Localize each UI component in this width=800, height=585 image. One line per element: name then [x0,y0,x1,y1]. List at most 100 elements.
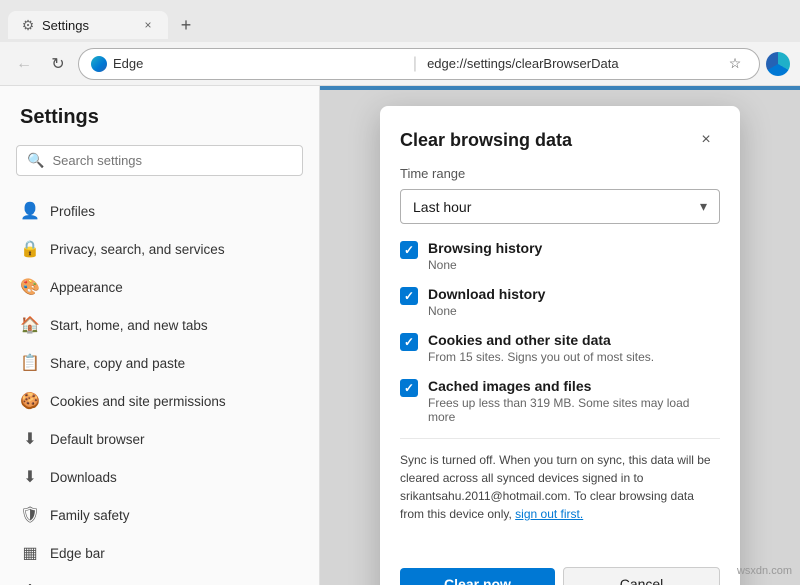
search-icon: 🔍 [27,152,44,169]
sidebar: Settings 🔍 👤 Profiles 🔒 Privacy, search,… [0,86,320,585]
address-bar[interactable]: Edge | edge://settings/clearBrowserData … [78,48,760,80]
checkbox-check-icon-download-history: ✓ [404,289,414,303]
clear-browsing-data-dialog: Clear browsing data × Time range Last ho… [380,106,740,585]
checkbox-item-browsing-history: ✓ Browsing history None [400,240,720,272]
checkbox-check-icon-cached-images: ✓ [404,381,414,395]
dialog-header: Clear browsing data × [380,106,740,166]
checkbox-label-download-history: Download history [428,286,720,302]
clear-now-button[interactable]: Clear now [400,568,555,585]
sidebar-item-family-safety[interactable]: 🛡 Family safety [0,496,319,534]
sidebar-item-label-privacy: Privacy, search, and services [50,242,225,257]
sidebar-item-icon-languages: A [20,581,40,585]
sidebar-item-icon-downloads: ⬇ [20,467,40,487]
search-input[interactable] [52,153,292,168]
sidebar-item-default-browser[interactable]: ⬇ Default browser [0,420,319,458]
sign-out-link[interactable]: sign out first. [515,507,583,521]
sidebar-item-start-home[interactable]: 🏠 Start, home, and new tabs [0,306,319,344]
dialog-body: Time range Last hour ▾ ✓ Browsing histor… [380,166,740,555]
new-tab-button[interactable]: + [172,11,200,39]
tab-favicon: ⚙ [20,17,36,33]
checkbox-browsing-history[interactable]: ✓ [400,241,418,259]
checkbox-text-browsing-history: Browsing history None [428,240,720,272]
browser-chrome: ⚙ Settings × + ← ↻ Edge | edge://setting… [0,0,800,86]
sidebar-item-icon-share-copy: 📋 [20,353,40,373]
time-range-label: Time range [400,166,720,181]
sidebar-item-label-appearance: Appearance [50,280,123,295]
sidebar-item-icon-profiles: 👤 [20,201,40,221]
checkbox-download-history[interactable]: ✓ [400,287,418,305]
tab-bar: ⚙ Settings × + [0,0,800,42]
sidebar-item-profiles[interactable]: 👤 Profiles [0,192,319,230]
sync-notice: Sync is turned off. When you turn on syn… [400,438,720,523]
sidebar-item-label-share-copy: Share, copy and paste [50,356,185,371]
sidebar-item-label-start-home: Start, home, and new tabs [50,318,208,333]
checkbox-label-browsing-history: Browsing history [428,240,720,256]
back-button[interactable]: ← [10,50,38,78]
checkbox-label-cached-images: Cached images and files [428,378,720,394]
sidebar-item-cookies[interactable]: 🍪 Cookies and site permissions [0,382,319,420]
time-range-select[interactable]: Last hour ▾ [400,189,720,224]
sidebar-item-icon-cookies: 🍪 [20,391,40,411]
edge-favicon-icon [91,56,107,72]
checkbox-sub-browsing-history: None [428,258,720,272]
sidebar-item-icon-family-safety: 🛡 [20,505,40,525]
tab-title: Settings [42,18,134,33]
sidebar-item-icon-privacy: 🔒 [20,239,40,259]
sidebar-item-label-default-browser: Default browser [50,432,145,447]
sidebar-item-label-family-safety: Family safety [50,508,130,523]
dialog-backdrop: Clear browsing data × Time range Last ho… [320,86,800,585]
sidebar-item-appearance[interactable]: 🎨 Appearance [0,268,319,306]
dialog-title: Clear browsing data [400,130,572,151]
checkbox-label-cookies: Cookies and other site data [428,332,720,348]
sidebar-items: 👤 Profiles 🔒 Privacy, search, and servic… [0,192,319,585]
sidebar-item-label-downloads: Downloads [50,470,117,485]
sidebar-item-icon-default-browser: ⬇ [20,429,40,449]
checkbox-sub-cached-images: Frees up less than 319 MB. Some sites ma… [428,396,720,424]
sidebar-item-privacy[interactable]: 🔒 Privacy, search, and services [0,230,319,268]
select-arrow-icon: ▾ [700,198,707,215]
favorites-icon[interactable]: ☆ [723,52,747,76]
checkbox-items: ✓ Browsing history None ✓ Download histo… [400,240,720,424]
search-box[interactable]: 🔍 [16,145,303,176]
cancel-button[interactable]: Cancel [563,567,720,585]
sidebar-item-downloads[interactable]: ⬇ Downloads [0,458,319,496]
tab-close-button[interactable]: × [140,17,156,33]
checkbox-text-download-history: Download history None [428,286,720,318]
main-area: Clear browsing data × Time range Last ho… [320,86,800,585]
page-content: Settings 🔍 👤 Profiles 🔒 Privacy, search,… [0,86,800,585]
checkbox-cached-images[interactable]: ✓ [400,379,418,397]
sidebar-item-languages[interactable]: A Languages [0,572,319,585]
sidebar-item-label-cookies: Cookies and site permissions [50,394,226,409]
dialog-close-button[interactable]: × [692,126,720,154]
checkbox-text-cookies: Cookies and other site data From 15 site… [428,332,720,364]
checkbox-check-icon-browsing-history: ✓ [404,243,414,257]
edge-profile-icon[interactable] [766,52,790,76]
checkbox-item-download-history: ✓ Download history None [400,286,720,318]
watermark: wsxdn.com [737,565,792,577]
checkbox-item-cached-images: ✓ Cached images and files Frees up less … [400,378,720,424]
settings-gear-icon: ⚙ [22,17,35,34]
sidebar-item-icon-appearance: 🎨 [20,277,40,297]
address-prefix: Edge [113,56,403,71]
address-bar-row: ← ↻ Edge | edge://settings/clearBrowserD… [0,42,800,86]
checkbox-sub-download-history: None [428,304,720,318]
dialog-footer: Clear now Cancel [380,555,740,585]
checkbox-item-cookies: ✓ Cookies and other site data From 15 si… [400,332,720,364]
checkbox-check-icon-cookies: ✓ [404,335,414,349]
sidebar-item-icon-edge-bar: ▦ [20,543,40,563]
settings-tab[interactable]: ⚙ Settings × [8,11,168,39]
time-range-value: Last hour [413,199,471,215]
address-separator: | [413,55,417,73]
refresh-button[interactable]: ↻ [44,50,72,78]
sidebar-item-share-copy[interactable]: 📋 Share, copy and paste [0,344,319,382]
checkbox-text-cached-images: Cached images and files Frees up less th… [428,378,720,424]
sidebar-title: Settings [0,106,319,145]
sidebar-item-edge-bar[interactable]: ▦ Edge bar [0,534,319,572]
sidebar-item-icon-start-home: 🏠 [20,315,40,335]
sidebar-item-label-edge-bar: Edge bar [50,546,105,561]
sidebar-item-label-profiles: Profiles [50,204,95,219]
address-url: edge://settings/clearBrowserData [427,56,717,71]
address-bar-actions: ☆ [723,52,747,76]
checkbox-cookies[interactable]: ✓ [400,333,418,351]
checkbox-sub-cookies: From 15 sites. Signs you out of most sit… [428,350,720,364]
